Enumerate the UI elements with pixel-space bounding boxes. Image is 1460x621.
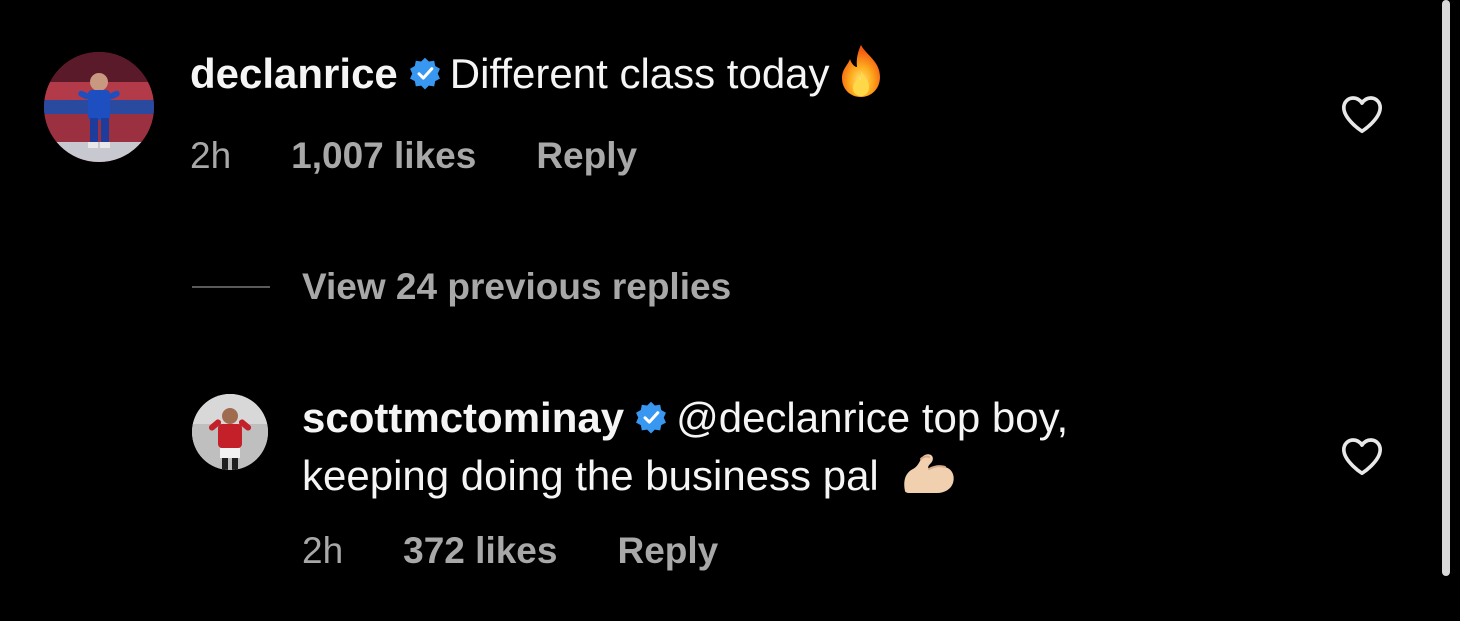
verified-badge-icon	[408, 56, 442, 90]
comment-line: declanrice Different class today	[190, 43, 886, 105]
comment-line: keeping doing the business pal	[302, 448, 1068, 504]
comment-declanrice: declanrice Different class today 2h 1,007 …	[0, 0, 1430, 200]
comment-body: declanrice Different class today 2h 1,007 …	[190, 43, 886, 177]
comment-time: 2h	[190, 134, 232, 176]
scrollbar[interactable]	[1442, 0, 1450, 576]
comment-text-line2: keeping doing the business pal	[302, 452, 879, 499]
avatar-declanrice[interactable]	[44, 52, 154, 162]
likes-count-link[interactable]: 1,007 likes	[291, 135, 476, 177]
reply-button[interactable]: Reply	[617, 530, 718, 572]
like-heart-icon[interactable]	[1340, 436, 1384, 476]
comment-text-line1: top boy,	[910, 394, 1069, 441]
comment-text: Different class today	[449, 50, 830, 97]
comment-meta: 2h 1,007 likes Reply	[190, 135, 886, 177]
comment-line: scottmctominay @declanrice top boy,	[302, 390, 1068, 446]
avatar-declanrice-image	[44, 52, 154, 162]
view-previous-replies-button[interactable]: View 24 previous replies	[192, 262, 731, 312]
likes-count-link[interactable]: 372 likes	[403, 530, 557, 572]
verified-badge-icon	[634, 400, 668, 434]
username-link[interactable]: declanrice	[190, 50, 398, 97]
comment-meta: 2h 372 likes Reply	[302, 530, 1068, 572]
comment-body: scottmctominay @declanrice top boy, keepi…	[302, 390, 1068, 572]
avatar-scottmctominay[interactable]	[192, 394, 268, 470]
view-previous-replies-label: View 24 previous replies	[302, 266, 732, 307]
replies-divider	[192, 286, 270, 288]
like-heart-icon[interactable]	[1340, 94, 1384, 134]
avatar-scottmctominay-image	[192, 394, 268, 470]
mention-link[interactable]: @declanrice	[676, 394, 910, 441]
flexed-biceps-emoji-icon	[899, 451, 957, 495]
username-link[interactable]: scottmctominay	[302, 394, 624, 441]
comment-time: 2h	[302, 530, 344, 571]
comment-scottmctominay: scottmctominay @declanrice top boy, keepi…	[0, 380, 1430, 610]
reply-button[interactable]: Reply	[536, 135, 637, 177]
fire-emoji-icon	[836, 43, 886, 99]
